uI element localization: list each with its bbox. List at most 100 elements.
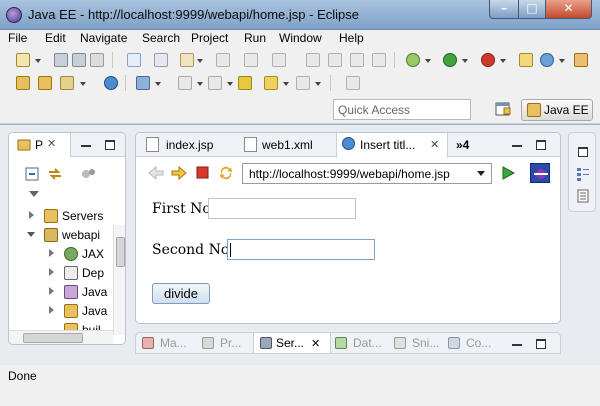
run-on-server-dropdown-icon[interactable] — [155, 82, 161, 86]
search-tool-icon[interactable] — [60, 76, 74, 90]
prev-annotation-dropdown-icon[interactable] — [227, 82, 233, 86]
last-edit-location-icon[interactable] — [238, 76, 252, 90]
minimize-view-icon[interactable] — [81, 145, 91, 147]
link-with-editor-icon[interactable] — [47, 166, 63, 182]
forward-dropdown-icon[interactable] — [315, 82, 321, 86]
view-menu-icon[interactable] — [29, 191, 39, 197]
restore-view-icon[interactable] — [578, 147, 588, 157]
editor-icon[interactable] — [154, 53, 168, 67]
expand-icon[interactable] — [49, 249, 54, 257]
menu-navigate[interactable]: Navigate — [80, 31, 127, 45]
minimize-view-icon[interactable] — [512, 145, 522, 147]
print-icon[interactable] — [90, 53, 104, 67]
new-class-icon[interactable] — [540, 53, 554, 67]
tab-package-explorer[interactable]: P ✕ — [9, 133, 71, 157]
tab-servers[interactable]: Ser... — [276, 336, 304, 350]
open-perspective-icon[interactable] — [495, 101, 511, 117]
back-arrow-icon[interactable] — [264, 76, 278, 90]
tree-item-jax[interactable]: JAX — [9, 245, 113, 264]
debug-dropdown-icon[interactable] — [425, 59, 431, 63]
tree-item-java-resources[interactable]: Java — [9, 283, 113, 302]
prev-annotation-icon[interactable] — [208, 76, 222, 90]
url-input[interactable]: http://localhost:9999/webapi/home.jsp — [242, 163, 492, 184]
new-class-dropdown-icon[interactable] — [559, 59, 565, 63]
expand-icon[interactable] — [49, 268, 54, 276]
outline-icon[interactable] — [576, 167, 590, 181]
expand-icon[interactable] — [49, 306, 54, 314]
vertical-scrollbar[interactable] — [113, 225, 125, 335]
tree-item-build[interactable]: buil — [9, 321, 113, 330]
redo-icon[interactable] — [244, 53, 258, 67]
save-icon[interactable] — [54, 53, 68, 67]
next-annotation-icon[interactable] — [178, 76, 192, 90]
maximize-view-icon[interactable] — [536, 140, 546, 150]
maximize-button[interactable]: □ — [518, 0, 546, 19]
tab-data-source-explorer[interactable]: Dat... — [353, 336, 382, 350]
pin-editor-icon[interactable] — [346, 76, 360, 90]
menu-edit[interactable]: Edit — [45, 31, 66, 45]
toggle-breakpoint-icon[interactable] — [127, 53, 141, 67]
java-ee-perspective-button[interactable]: Java EE — [521, 99, 593, 121]
first-no-input[interactable] — [208, 198, 356, 219]
run-dropdown-icon[interactable] — [462, 59, 468, 63]
filter-icon[interactable] — [81, 167, 97, 181]
suspend-icon[interactable] — [328, 53, 342, 67]
collapse-icon[interactable] — [27, 232, 35, 237]
terminate-icon[interactable] — [350, 53, 364, 67]
undo-icon[interactable] — [216, 53, 230, 67]
tab-console[interactable]: Co... — [466, 336, 491, 350]
tab-overflow[interactable]: »4 — [454, 133, 478, 157]
disconnect-icon[interactable] — [372, 53, 386, 67]
expand-icon[interactable] — [29, 211, 34, 219]
menu-run[interactable]: Run — [244, 31, 266, 45]
new-dropdown-icon[interactable] — [35, 59, 41, 63]
open-folder-icon[interactable] — [38, 76, 52, 90]
menu-help[interactable]: Help — [339, 31, 364, 45]
tab-markers[interactable]: Ma... — [160, 336, 187, 350]
tree-item-deployment[interactable]: Dep — [9, 264, 113, 283]
close-icon[interactable]: ✕ — [47, 137, 56, 150]
horizontal-scrollbar[interactable] — [9, 330, 113, 344]
close-icon[interactable]: ✕ — [311, 337, 320, 350]
stop-icon[interactable] — [196, 166, 209, 179]
minimize-button[interactable]: – — [489, 0, 519, 19]
external-tools-dropdown-icon[interactable] — [500, 59, 506, 63]
collapse-all-icon[interactable] — [25, 167, 39, 181]
divide-button[interactable]: divide — [152, 283, 210, 304]
new-server-icon[interactable] — [574, 53, 588, 67]
run-on-server-icon[interactable] — [136, 76, 150, 90]
maximize-view-icon[interactable] — [536, 339, 546, 349]
external-tools-icon[interactable] — [481, 53, 495, 67]
tree-item-webapi[interactable]: webapi — [9, 226, 113, 245]
forward-icon[interactable] — [171, 166, 187, 180]
back-icon[interactable] — [148, 166, 164, 180]
open-type-icon[interactable] — [16, 76, 30, 90]
step-icon[interactable] — [272, 53, 286, 67]
close-icon[interactable]: ✕ — [430, 138, 439, 151]
tree-item-javascript-resources[interactable]: Java — [9, 302, 113, 321]
expand-icon[interactable] — [49, 287, 54, 295]
minimize-view-icon[interactable] — [512, 344, 522, 346]
task-list-icon[interactable] — [577, 189, 589, 203]
format-dropdown-icon[interactable] — [197, 59, 203, 63]
title-bar[interactable]: Java EE - http://localhost:9999/webapi/h… — [0, 0, 600, 30]
url-history-dropdown-icon[interactable] — [477, 171, 485, 176]
debug-icon[interactable] — [406, 53, 420, 67]
quick-access-input[interactable]: Quick Access — [333, 99, 471, 120]
menu-file[interactable]: File — [8, 31, 27, 45]
next-annotation-dropdown-icon[interactable] — [197, 82, 203, 86]
close-button[interactable]: ✕ — [545, 0, 592, 19]
tab-servers-container[interactable]: Ser... ✕ — [253, 333, 331, 353]
run-icon[interactable] — [443, 53, 457, 67]
format-icon[interactable] — [180, 53, 194, 67]
globe-icon[interactable] — [104, 76, 118, 90]
resume-icon[interactable] — [306, 53, 320, 67]
menu-search[interactable]: Search — [142, 31, 180, 45]
scrollbar-thumb[interactable] — [23, 333, 83, 343]
scrollbar-thumb[interactable] — [116, 237, 125, 267]
menu-window[interactable]: Window — [279, 31, 322, 45]
menu-project[interactable]: Project — [191, 31, 228, 45]
tab-properties[interactable]: Pr... — [220, 336, 241, 350]
new-java-package-icon[interactable] — [519, 53, 533, 67]
new-icon[interactable] — [16, 53, 30, 67]
